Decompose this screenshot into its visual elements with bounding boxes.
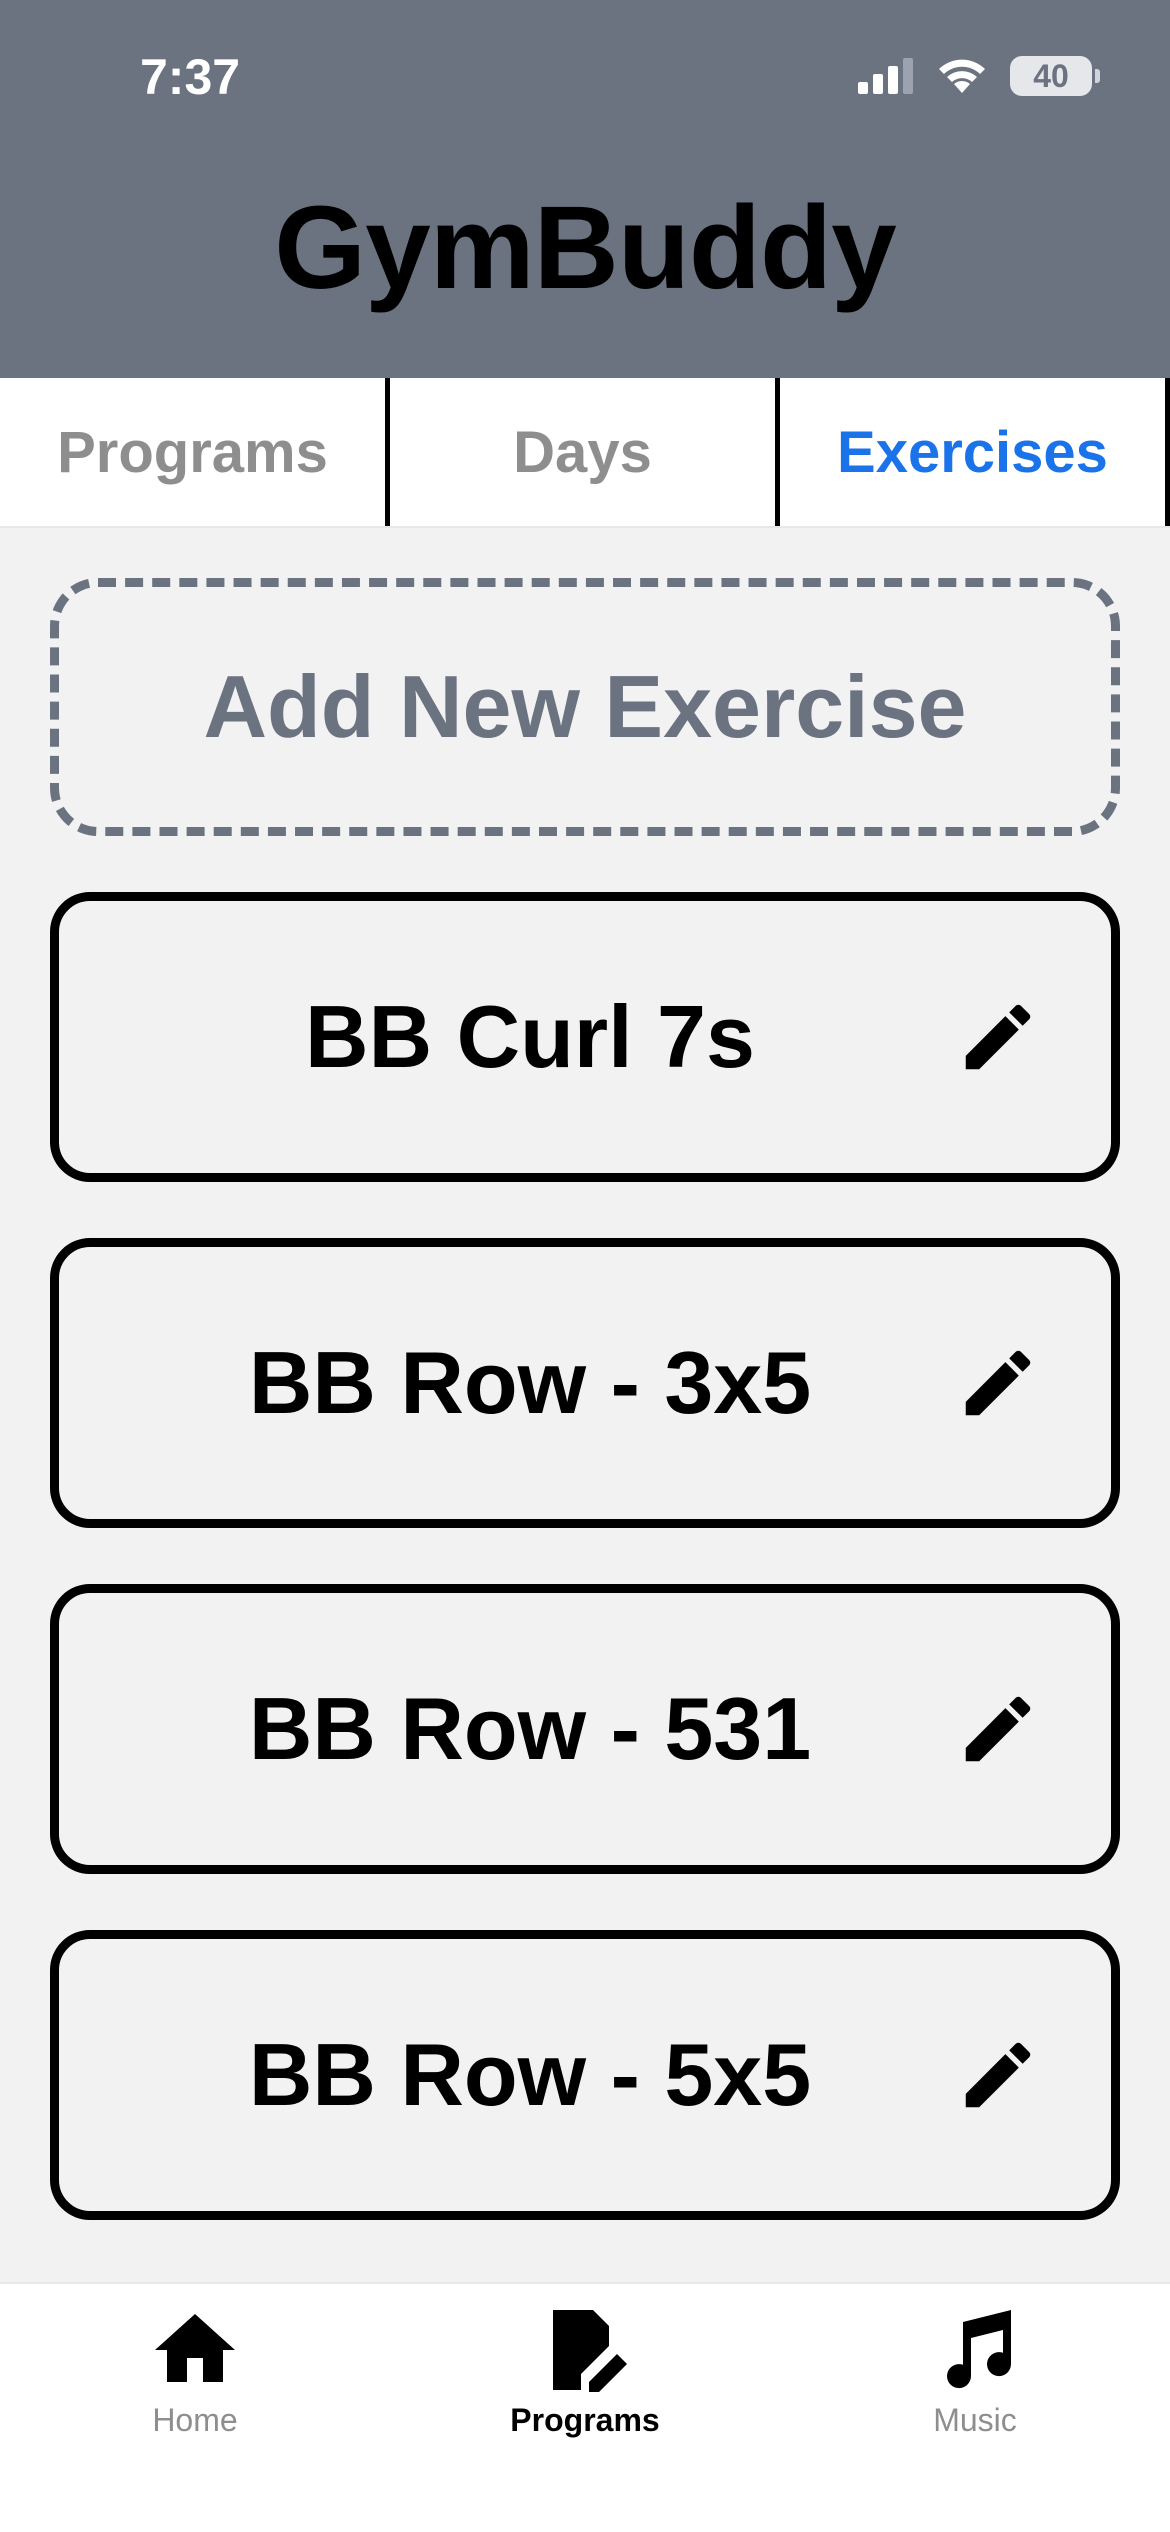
exercise-name: BB Row - 3x5: [248, 1333, 812, 1432]
exercise-card[interactable]: BB Curl 7s: [50, 892, 1120, 1182]
pencil-icon[interactable]: [955, 1686, 1041, 1772]
status-icons: 40: [858, 56, 1100, 96]
edit-document-icon: [553, 2310, 627, 2392]
nav-music[interactable]: Music: [780, 2284, 1170, 2532]
tab-exercises[interactable]: Exercises: [780, 378, 1170, 526]
exercise-card[interactable]: BB Row - 3x5: [50, 1238, 1120, 1528]
add-new-exercise-button[interactable]: Add New Exercise: [50, 578, 1120, 836]
battery-indicator: 40: [1010, 56, 1100, 96]
tab-bar: Programs Days Exercises: [0, 378, 1170, 528]
nav-programs[interactable]: Programs: [390, 2284, 780, 2532]
music-note-icon: [947, 2310, 1012, 2389]
exercise-card[interactable]: BB Row - 531: [50, 1584, 1120, 1874]
tab-programs[interactable]: Programs: [0, 378, 390, 526]
app-title: GymBuddy: [274, 182, 896, 314]
exercise-name: BB Curl 7s: [305, 987, 755, 1086]
nav-label: Programs: [510, 2402, 660, 2438]
exercise-list: BB Curl 7s BB Row - 3x5 BB Row - 531 BB …: [50, 892, 1120, 2276]
cellular-signal-icon: [858, 58, 913, 94]
wifi-icon: [939, 59, 985, 93]
pencil-icon[interactable]: [955, 1340, 1041, 1426]
nav-label: Home: [152, 2402, 238, 2438]
nav-label: Music: [933, 2402, 1017, 2438]
tab-days[interactable]: Days: [390, 378, 780, 526]
screen: 7:37 40 GymBuddy Programs Days Exercises…: [0, 0, 1170, 2532]
header: 7:37 40 GymBuddy: [0, 0, 1170, 378]
home-icon: [155, 2314, 235, 2382]
exercise-name: BB Row - 5x5: [248, 2025, 812, 2124]
exercise-name: BB Row - 531: [248, 1679, 812, 1778]
pencil-icon[interactable]: [955, 2032, 1041, 2118]
nav-home[interactable]: Home: [0, 2284, 390, 2532]
exercise-card[interactable]: BB Row - 5x5: [50, 1930, 1120, 2220]
status-time: 7:37: [140, 49, 241, 105]
bottom-nav: Home Programs Music: [0, 2282, 1170, 2532]
pencil-icon[interactable]: [955, 994, 1041, 1080]
